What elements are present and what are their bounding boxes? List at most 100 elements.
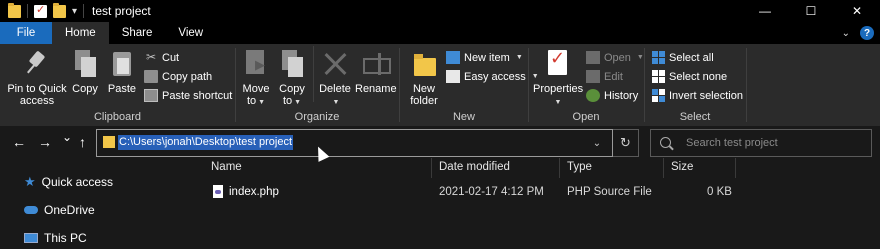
address-history-chevron-icon[interactable]: ⌄ [582, 130, 612, 156]
properties-icon[interactable] [34, 3, 47, 18]
search-icon [660, 137, 671, 148]
delete-label: Delete [319, 83, 351, 95]
file-size: 0 KB [707, 186, 732, 198]
tab-view[interactable]: View [165, 22, 216, 44]
nav-item-label: This PC [44, 231, 87, 245]
address-bar[interactable]: C:\Users\jonah\Desktop\test project ⌄ [96, 129, 613, 157]
edit-icon [586, 70, 600, 83]
history-button[interactable]: History [586, 89, 638, 102]
refresh-button[interactable]: ↻ [613, 129, 639, 157]
new-item-label: New item [464, 51, 510, 64]
table-row[interactable]: index.php 2021-02-17 4:12 PM PHP Source … [198, 182, 880, 204]
select-none-button[interactable]: Select none [652, 70, 727, 83]
new-group: New folder New item ▼ Easy access ▼ New [400, 44, 539, 126]
organize-group-label: Organize [294, 111, 340, 123]
rename-button[interactable]: Rename [355, 48, 397, 95]
move-to-button[interactable]: Move to▼ [240, 48, 272, 109]
address-path[interactable]: C:\Users\jonah\Desktop\test project [118, 135, 294, 150]
rename-label: Rename [355, 83, 397, 95]
copy-label: Copy [72, 83, 98, 95]
folder-icon [103, 136, 115, 148]
copy-to-text: to [282, 95, 293, 107]
new-item-button[interactable]: New item ▼ [446, 51, 523, 64]
search-placeholder[interactable]: Search test project [686, 137, 778, 149]
back-arrow-icon[interactable]: ← [12, 134, 26, 150]
close-button[interactable]: ✕ [834, 0, 880, 22]
move-to-text: to [246, 95, 257, 107]
nav-item-quick-access[interactable]: ★ Quick access [24, 174, 113, 190]
copy-to-label-line1: Copy [279, 83, 305, 95]
column-divider[interactable] [663, 158, 664, 178]
pin-to-quick-access-button[interactable]: Pin to Quick access [6, 48, 68, 107]
customize-toolbar-chevron-icon[interactable]: ▾ [72, 6, 77, 17]
new-folder-button[interactable]: New folder [406, 48, 442, 107]
properties-label: Properties [533, 83, 584, 95]
select-all-button[interactable]: Select all [652, 51, 714, 64]
toolbar-divider [83, 4, 85, 18]
history-label: History [604, 89, 639, 102]
column-divider[interactable] [735, 158, 736, 178]
properties-button[interactable]: Properties ▼ [533, 48, 584, 109]
maximize-button[interactable]: ☐ [788, 0, 834, 22]
forward-arrow-icon[interactable]: → [38, 134, 52, 150]
button-divider [313, 46, 314, 102]
folder-icon[interactable] [8, 2, 21, 18]
copy-path-icon [144, 70, 158, 83]
quick-access-toolbar: ▾ [0, 2, 85, 18]
rename-icon [363, 50, 391, 78]
easy-access-icon [446, 70, 460, 83]
open-label: Open [604, 51, 631, 64]
recent-locations-chevron-icon[interactable]: ⌄ [62, 129, 72, 145]
dropdown-caret-icon: ▼ [554, 99, 562, 106]
history-icon [586, 89, 600, 102]
up-arrow-icon[interactable]: ↑ [79, 134, 86, 150]
pin-icon [25, 50, 49, 78]
delete-x-icon [323, 50, 347, 78]
column-header-name[interactable]: Name [211, 161, 242, 173]
column-header-type[interactable]: Type [567, 161, 592, 173]
open-group: Properties ▼ Open ▼ Edit History Open [529, 44, 644, 126]
file-type: PHP Source File [567, 186, 652, 198]
properties-icon [545, 50, 569, 78]
easy-access-button[interactable]: Easy access ▼ [446, 70, 539, 83]
file-list-header: Name Date modified Type Size [198, 158, 880, 180]
new-item-icon [446, 51, 460, 64]
cut-label: Cut [162, 51, 180, 64]
pc-icon [24, 233, 38, 243]
dropdown-caret-icon: ▼ [332, 99, 340, 106]
search-box[interactable]: Search test project [650, 129, 872, 157]
invert-selection-button[interactable]: Invert selection [652, 89, 743, 102]
cut-button[interactable]: ✂ Cut [144, 51, 179, 64]
copy-to-button[interactable]: Copy to ▼ [276, 48, 308, 109]
nav-item-onedrive[interactable]: OneDrive [24, 203, 95, 217]
delete-button[interactable]: Delete ▼ [318, 48, 352, 109]
minimize-button[interactable]: — [742, 0, 788, 22]
paste-shortcut-button[interactable]: Paste shortcut [144, 89, 232, 102]
collapse-ribbon-chevron-icon[interactable]: ⌄ [842, 28, 850, 39]
pin-label-line1: Pin to Quick [7, 83, 67, 95]
copy-button[interactable]: Copy [70, 48, 100, 95]
edit-button[interactable]: Edit [586, 70, 623, 83]
new-folder-icon[interactable] [53, 2, 66, 18]
tab-home[interactable]: Home [52, 22, 109, 44]
ribbon-tabs: File Home Share View ⌄ ? [0, 22, 880, 44]
column-header-date-modified[interactable]: Date modified [439, 161, 510, 173]
column-divider[interactable] [431, 158, 432, 178]
open-group-label: Open [572, 111, 600, 123]
column-header-size[interactable]: Size [671, 161, 693, 173]
star-icon: ★ [24, 174, 36, 189]
move-label-line1: Move [242, 83, 270, 95]
copy-path-button[interactable]: Copy path [144, 70, 212, 83]
paste-button[interactable]: Paste [106, 48, 138, 95]
dropdown-caret-icon: ▼ [515, 54, 523, 61]
select-all-icon [652, 51, 665, 64]
help-icon[interactable]: ? [860, 26, 874, 40]
new-folder-label-line1: New [412, 83, 435, 95]
nav-item-this-pc[interactable]: This PC [24, 231, 87, 245]
tab-share[interactable]: Share [109, 22, 166, 44]
tab-file[interactable]: File [0, 22, 52, 44]
nav-item-label: OneDrive [44, 203, 95, 217]
column-divider[interactable] [559, 158, 560, 178]
open-button[interactable]: Open ▼ [586, 51, 644, 64]
new-folder-label-line2: folder [410, 95, 438, 107]
